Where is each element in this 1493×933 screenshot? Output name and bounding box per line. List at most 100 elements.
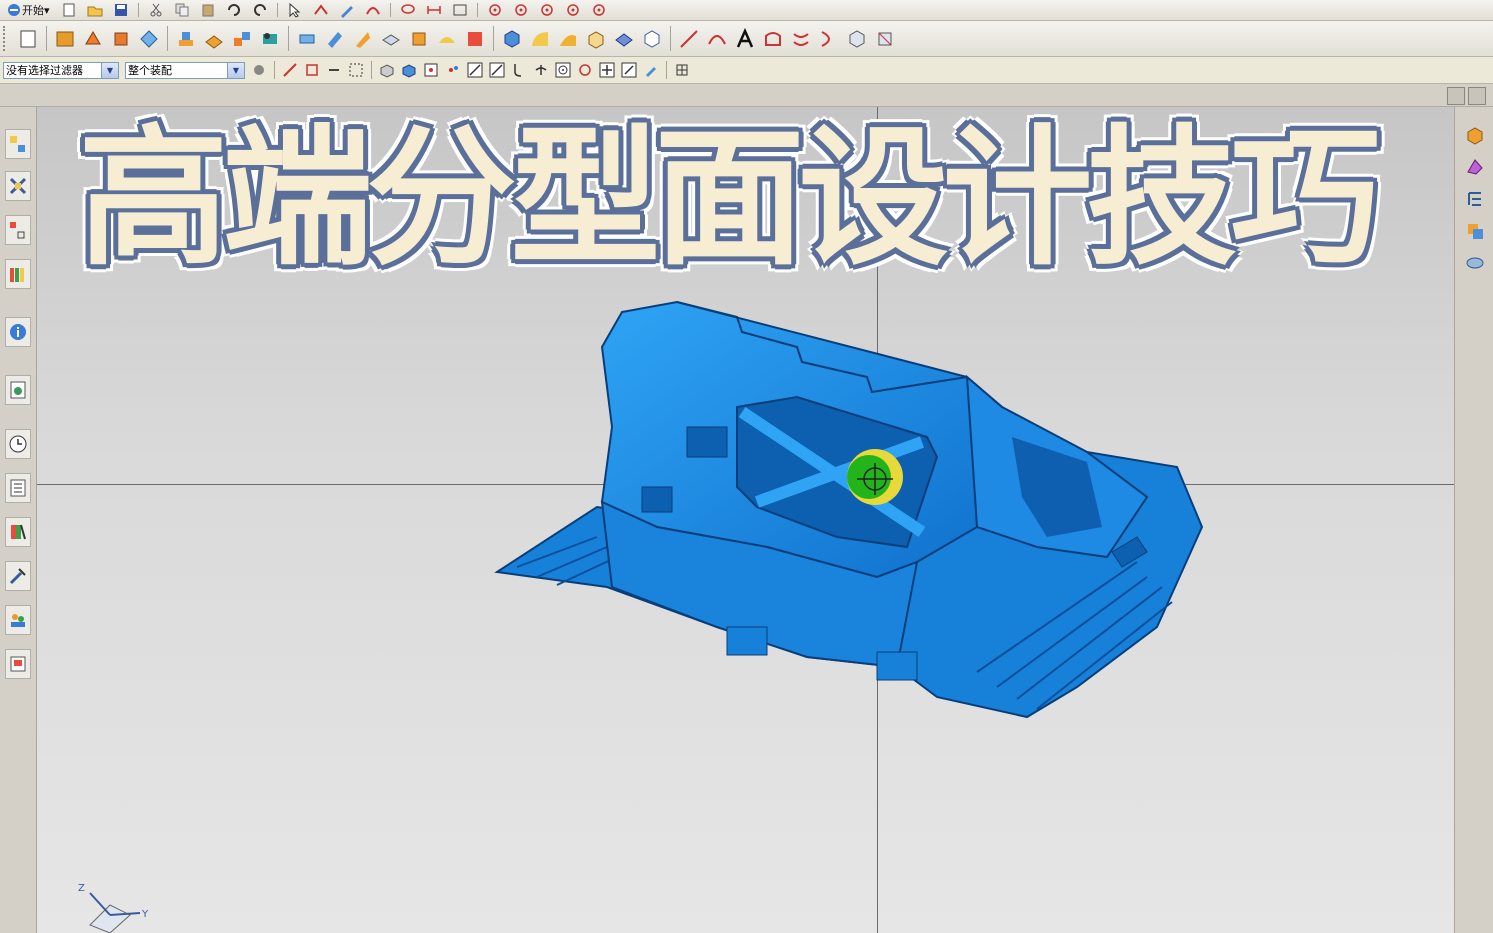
point-icon <box>449 66 458 72</box>
view-cube-button[interactable] <box>639 26 665 52</box>
slash-snap-button[interactable] <box>619 60 639 80</box>
list-tool-button[interactable] <box>1461 185 1489 213</box>
trim-button[interactable] <box>229 26 255 52</box>
book-button[interactable] <box>52 26 78 52</box>
snap-mid-button[interactable] <box>302 60 322 80</box>
circle-snap-button[interactable] <box>553 60 573 80</box>
text-icon <box>736 27 754 48</box>
filter-button[interactable] <box>249 60 269 80</box>
curve-face-button[interactable] <box>434 26 460 52</box>
new-part-button[interactable] <box>15 26 41 52</box>
lasso-button[interactable] <box>396 1 420 19</box>
dimension-button[interactable] <box>422 1 446 19</box>
quadrant-button[interactable] <box>575 60 595 80</box>
point-button[interactable] <box>421 60 441 80</box>
arc-button[interactable] <box>704 26 730 52</box>
camera-button[interactable] <box>641 60 661 80</box>
mirror-button[interactable] <box>816 26 842 52</box>
block-button[interactable] <box>583 26 609 52</box>
circle-point-button[interactable] <box>535 1 559 19</box>
line-snap-button[interactable] <box>465 60 485 80</box>
surface-button[interactable] <box>462 26 488 52</box>
list-tool-icon <box>1468 192 1481 206</box>
type-filter-select[interactable]: 没有选择过滤器 ▼ <box>3 61 119 79</box>
point-button[interactable] <box>443 60 463 80</box>
cube-button[interactable] <box>499 26 525 52</box>
circle-point-button[interactable] <box>483 1 507 19</box>
pen-button[interactable] <box>335 1 359 19</box>
layer-button[interactable] <box>294 26 320 52</box>
color-palette-tab[interactable] <box>5 517 31 547</box>
rect-select-button[interactable] <box>346 60 366 80</box>
mold-tools-button[interactable] <box>1461 121 1489 149</box>
maximize-window-button[interactable] <box>1468 87 1486 105</box>
offset-button[interactable] <box>788 26 814 52</box>
circle-snap-icon <box>555 62 571 78</box>
cut-button[interactable] <box>144 1 168 19</box>
chevron-down-icon[interactable]: ▼ <box>227 62 244 78</box>
cylinder-button[interactable] <box>1461 249 1489 277</box>
selection-scope-select[interactable]: 整个装配 ▼ <box>125 61 245 79</box>
feature-button[interactable] <box>136 26 162 52</box>
surface-button[interactable] <box>378 26 404 52</box>
extrude-button[interactable] <box>80 26 106 52</box>
start-button[interactable]: 开始 ▾ <box>0 2 56 18</box>
core-cavity-button[interactable] <box>1461 217 1489 245</box>
text-button[interactable] <box>732 26 758 52</box>
line-snap-button[interactable] <box>487 60 507 80</box>
restore-window-button[interactable] <box>1447 87 1465 105</box>
circle-point-button[interactable] <box>587 1 611 19</box>
history-tab[interactable] <box>5 429 31 459</box>
curve-face-button[interactable] <box>555 26 581 52</box>
save-button[interactable] <box>109 1 133 19</box>
solid-button[interactable] <box>406 26 432 52</box>
roles-tab[interactable] <box>5 605 31 635</box>
toolbar-grip[interactable] <box>3 26 11 51</box>
snap-center-button[interactable] <box>324 60 344 80</box>
block-button[interactable] <box>350 26 376 52</box>
shell-button[interactable] <box>108 26 134 52</box>
paste-button[interactable] <box>196 1 220 19</box>
solid-button[interactable] <box>322 26 348 52</box>
project-button[interactable] <box>844 26 870 52</box>
info-tab[interactable] <box>5 317 31 347</box>
mold-tools-icon <box>1467 127 1483 145</box>
circle-point-button[interactable] <box>561 1 585 19</box>
curve-button[interactable] <box>361 1 385 19</box>
copy-button[interactable] <box>170 1 194 19</box>
grid-button[interactable] <box>672 60 692 80</box>
circle-point-button[interactable] <box>509 1 533 19</box>
chevron-down-icon[interactable]: ▼ <box>101 62 118 78</box>
plus-snap-button[interactable] <box>597 60 617 80</box>
sketch-button[interactable] <box>448 1 472 19</box>
system-tab[interactable] <box>5 649 31 679</box>
isometric-button[interactable] <box>872 26 898 52</box>
blend-button[interactable] <box>173 26 199 52</box>
layer-button[interactable] <box>611 26 637 52</box>
tools-tab[interactable] <box>5 561 31 591</box>
parting-tool-icon <box>1467 159 1483 175</box>
perpendicular-button[interactable] <box>531 60 551 80</box>
undo-button[interactable] <box>222 1 246 19</box>
new-file-button[interactable] <box>57 1 81 19</box>
spline-button[interactable] <box>760 26 786 52</box>
snap-button[interactable] <box>309 1 333 19</box>
solid-view-button[interactable] <box>399 60 419 80</box>
parting-button[interactable] <box>257 26 283 52</box>
open-button[interactable] <box>83 1 107 19</box>
tools-icon <box>9 568 26 585</box>
select-button[interactable] <box>283 1 307 19</box>
web-browser-tab[interactable] <box>5 375 31 405</box>
line-button[interactable] <box>676 26 702 52</box>
box-button[interactable] <box>377 60 397 80</box>
parting-tool-button[interactable] <box>1461 153 1489 181</box>
parting-icon <box>263 32 277 44</box>
curve-face-button[interactable] <box>527 26 553 52</box>
layer-list-tab[interactable] <box>5 473 31 503</box>
mold-wizard-button[interactable] <box>201 26 227 52</box>
wcs-triad: Z Y <box>78 883 149 933</box>
redo-button[interactable] <box>248 1 272 19</box>
cursor-highlight <box>847 455 891 499</box>
tangent-button[interactable] <box>509 60 529 80</box>
snap-end-button[interactable] <box>280 60 300 80</box>
